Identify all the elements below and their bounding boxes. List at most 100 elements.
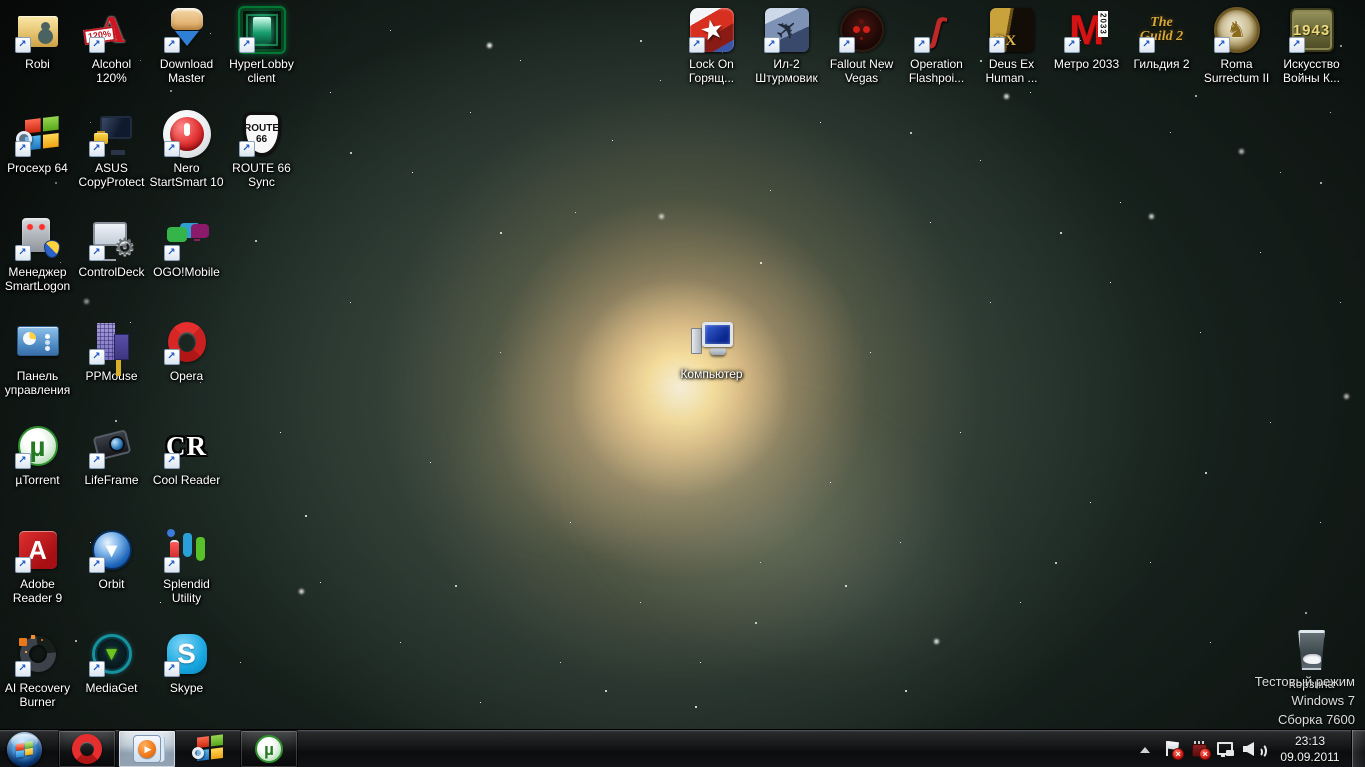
desktop-icon-operation-flashpoint[interactable]: ↗ Operation Flashpoi... (899, 6, 974, 85)
desktop-icon-guild-2[interactable]: The Guild 2 ↗ Гильдия 2 (1124, 6, 1199, 72)
desktop-icon-cool-reader[interactable]: CR ↗ Cool Reader (149, 422, 224, 488)
shortcut-arrow-icon: ↗ (14, 557, 31, 573)
shortcut-arrow-icon: ↗ (163, 349, 180, 365)
shortcut-arrow-icon: ↗ (14, 453, 31, 469)
utorrent-icon: µ (255, 735, 283, 763)
shortcut-arrow-icon: ↗ (14, 661, 31, 677)
mediaget-icon: ↗ (88, 630, 136, 678)
shortcut-arrow-icon: ↗ (1213, 37, 1230, 53)
desktop-icon-nero[interactable]: ↗ Nero StartSmart 10 (149, 110, 224, 189)
desktop-icon-smartlogon[interactable]: ↗ Менеджер SmartLogon (0, 214, 75, 293)
desktop-icon-opera[interactable]: ↗ Opera (149, 318, 224, 383)
desktop-icon-robi[interactable]: ↗ Robi (0, 6, 75, 71)
icon-label: Искусство Войны К... (1283, 57, 1340, 85)
taskbar-button-utorrent[interactable]: µ (240, 730, 298, 767)
desktop-icon-computer[interactable]: Компьютер (674, 316, 749, 381)
lifeframe-icon: ↗ (88, 422, 136, 470)
desktop-icon-control-panel[interactable]: Панель управления (0, 318, 75, 397)
operation-flashpoint-icon: ↗ (913, 6, 961, 54)
shortcut-arrow-icon: ↗ (14, 141, 31, 157)
desktop-icon-route66[interactable]: ROUTE 66 ↗ ROUTE 66 Sync (224, 110, 299, 189)
desktop-icon-splendid[interactable]: ↗ Splendid Utility (149, 526, 224, 605)
icon-label: Cool Reader (152, 473, 221, 487)
monitor-stand (709, 348, 726, 355)
desktop-icon-ai-recovery[interactable]: ↗ AI Recovery Burner (0, 630, 75, 709)
icon-label: LifeFrame (84, 473, 139, 487)
icon-label: Splendid Utility (163, 577, 210, 605)
desktop-icon-lock-on[interactable]: ↗ Lock On Горящ... (674, 6, 749, 85)
network-icon[interactable] (1216, 739, 1236, 759)
il2-sturmovik-icon: ↗ (763, 6, 811, 54)
desktop-icon-metro-2033[interactable]: M 2033 ↗ Метро 2033 (1049, 6, 1124, 72)
utorrent-icon: µ ↗ (14, 422, 62, 470)
desktop-icon-mediaget[interactable]: ↗ MediaGet (74, 630, 149, 695)
icon-label: ROUTE 66 Sync (232, 161, 291, 189)
shortcut-arrow-icon: ↗ (238, 37, 255, 53)
taskbar-button-media-player[interactable] (118, 730, 176, 767)
icon-label: OGO!Mobile (153, 265, 220, 279)
icon-label: Nero StartSmart 10 (149, 161, 224, 189)
icon-label: Компьютер (680, 367, 743, 381)
desktop-icon-hyperlobby[interactable]: ↗ HyperLobby client (224, 6, 299, 85)
shortcut-arrow-icon: ↗ (163, 453, 180, 469)
shortcut-arrow-icon: ↗ (163, 557, 180, 573)
volume-icon[interactable] (1243, 739, 1267, 759)
art-of-war-1943-icon: 1943 ↗ (1288, 6, 1336, 54)
process-explorer-icon: ↗ (14, 110, 62, 158)
desktop-icon-ogo-mobile[interactable]: ↗ OGO!Mobile (149, 214, 224, 279)
icon-label: PPMouse (85, 369, 138, 383)
sound-waves-icon (1254, 743, 1267, 759)
shortcut-arrow-icon: ↗ (1288, 37, 1305, 53)
asus-copyprotect-icon: ↗ (88, 110, 136, 158)
desktop-icon-procexp[interactable]: ↗ Procexp 64 (0, 110, 75, 175)
icon-label: ControlDeck (78, 265, 145, 279)
icon-label: Lock On Горящ... (688, 57, 735, 85)
desktop-icon-ppmouse[interactable]: ↗ PPMouse (74, 318, 149, 383)
controldeck-icon: ⚙ ↗ (88, 214, 136, 262)
desktop-icon-controldeck[interactable]: ⚙ ↗ ControlDeck (74, 214, 149, 279)
fallout-new-vegas-icon: ↗ (838, 6, 886, 54)
shortcut-arrow-icon: ↗ (88, 557, 105, 573)
show-desktop-button[interactable] (1351, 730, 1365, 767)
desktop-icon-deus-ex[interactable]: DX ↗ Deus Ex Human ... (974, 6, 1049, 85)
show-hidden-icons-button[interactable] (1135, 739, 1155, 759)
desktop-icon-download-master[interactable]: ↗ Download Master (149, 6, 224, 85)
opera-icon: ↗ (163, 318, 211, 366)
shortcut-arrow-icon: ↗ (163, 661, 180, 677)
desktop-icon-art-of-war[interactable]: 1943 ↗ Искусство Войны К... (1274, 6, 1349, 85)
desktop-icon-roma-surrectum[interactable]: ↗ Roma Surrectum II (1199, 6, 1274, 85)
icon-label: ASUS CopyProtect (78, 161, 145, 189)
desktop-icon-skype[interactable]: S ↗ Skype (149, 630, 224, 695)
device-error-icon[interactable] (1189, 739, 1211, 760)
desktop: ↗ Robi A120%↗ Alcohol 120% ↗ Download Ma… (0, 0, 1365, 767)
desktop-icon-utorrent[interactable]: µ ↗ µTorrent (0, 422, 75, 487)
icon-glyph: µ (264, 739, 274, 759)
action-center-icon[interactable] (1162, 739, 1184, 760)
desktop-icon-fallout-nv[interactable]: ↗ Fallout New Vegas (824, 6, 899, 85)
skype-icon: S ↗ (163, 630, 211, 678)
desktop-icon-alcohol-120[interactable]: A120%↗ Alcohol 120% (74, 6, 149, 85)
shortcut-arrow-icon: ↗ (1138, 37, 1155, 53)
desktop-icon-lifeframe[interactable]: ↗ LifeFrame (74, 422, 149, 487)
desktop-icon-orbit[interactable]: ↗ Orbit (74, 526, 149, 591)
control-panel-icon (14, 318, 62, 366)
icon-sub-glyph: 2033 (1097, 11, 1108, 37)
taskbar-button-process-explorer[interactable] (182, 730, 234, 767)
clock-time: 23:13 (1294, 734, 1326, 748)
clock[interactable]: 23:13 09.09.2011 (1270, 733, 1350, 765)
taskbar-button-opera[interactable] (58, 730, 116, 767)
icon-label: Download Master (159, 57, 214, 85)
ai-recovery-icon: ↗ (14, 630, 62, 678)
shortcut-arrow-icon: ↗ (988, 37, 1005, 53)
lock-on-icon: ↗ (688, 6, 736, 54)
desktop-icon-il2[interactable]: ↗ Ил-2 Штурмовик (749, 6, 824, 85)
shortcut-arrow-icon: ↗ (88, 245, 105, 261)
shortcut-arrow-icon: ↗ (913, 37, 930, 53)
desktop-icon-adobe-reader[interactable]: A ↗ Adobe Reader 9 (0, 526, 75, 605)
nero-startsmart-icon: ↗ (162, 110, 211, 158)
desktop-icon-asus-copyprotect[interactable]: ↗ ASUS CopyProtect (74, 110, 149, 189)
start-button[interactable] (7, 732, 42, 767)
adobe-reader-icon: A ↗ (14, 526, 62, 574)
cool-reader-icon: CR ↗ (163, 422, 211, 470)
shortcut-arrow-icon: ↗ (163, 141, 180, 157)
